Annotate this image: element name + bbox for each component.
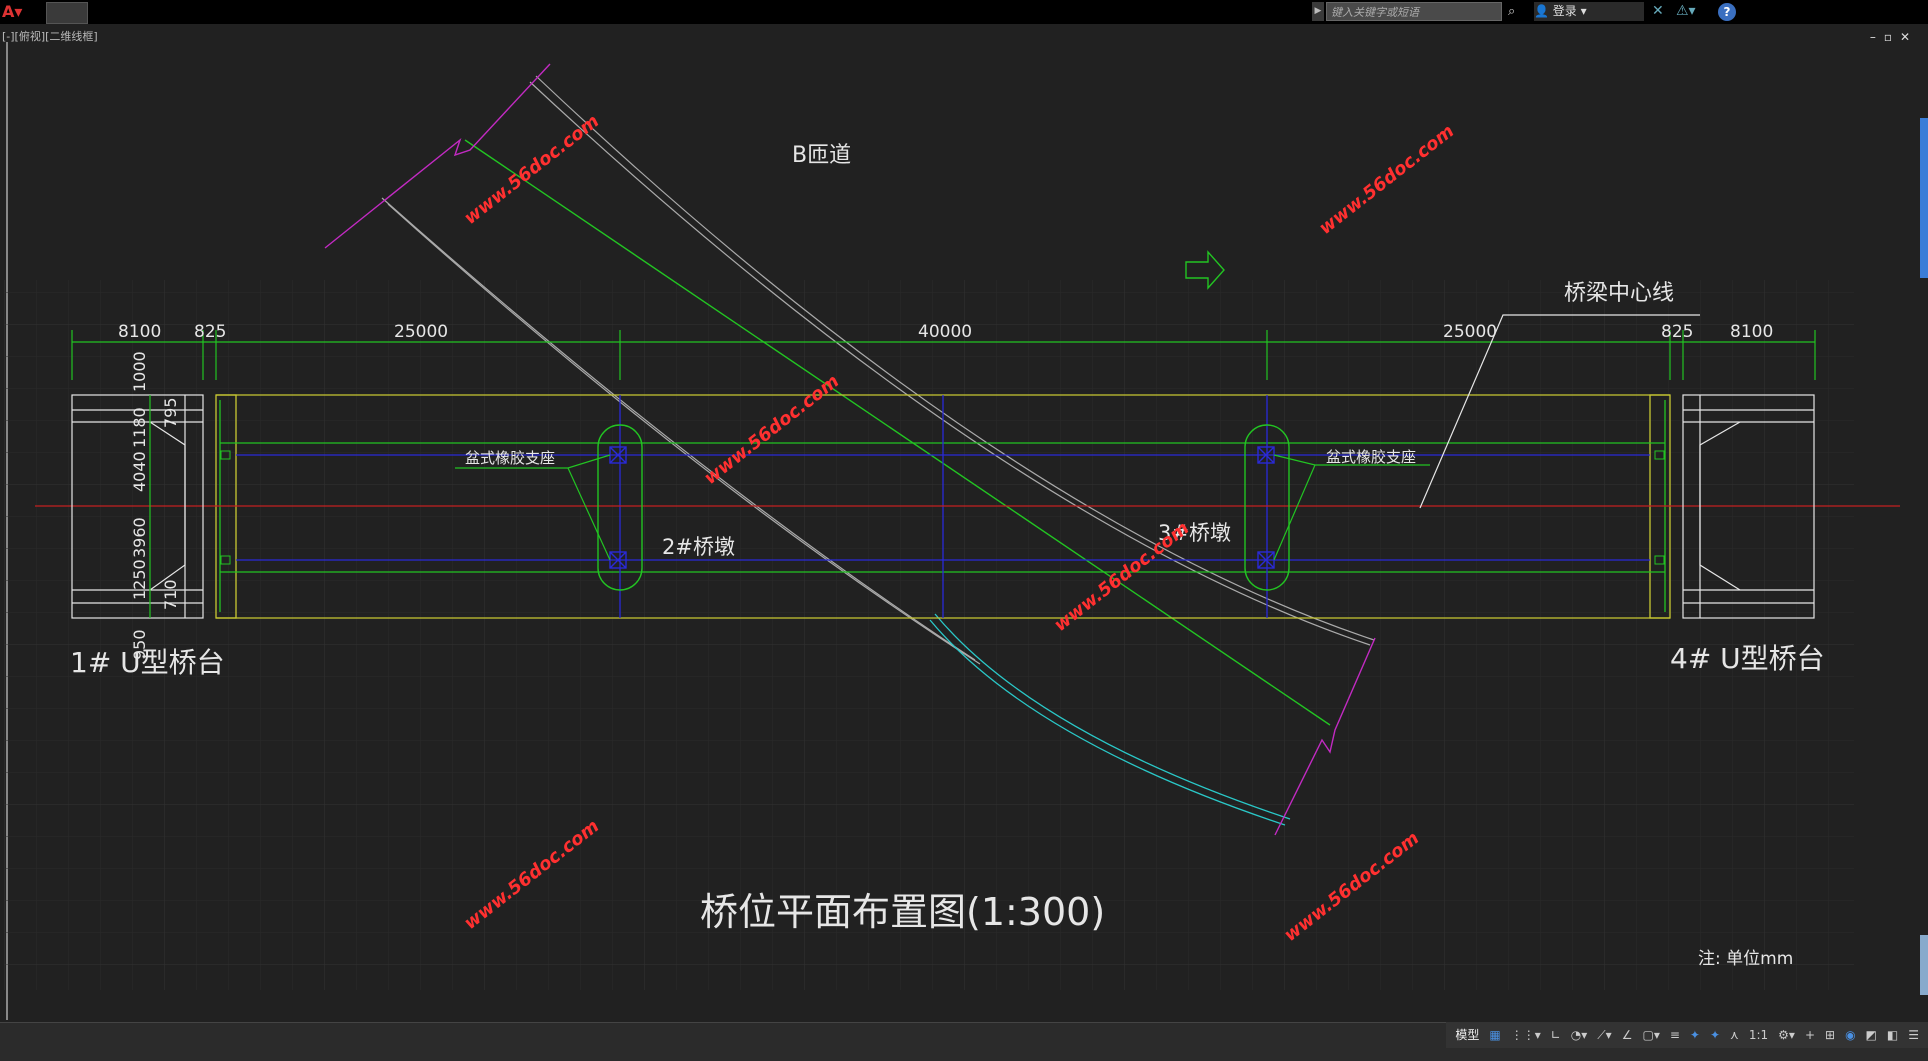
grid-major — [4, 280, 1854, 990]
dim-left-0: 1000 — [130, 351, 149, 392]
help-icon[interactable]: ? — [1718, 3, 1736, 21]
units-icon[interactable]: ⊞ — [1825, 1025, 1835, 1045]
watermark-1: www.56doc.com — [460, 111, 603, 229]
search-expand-icon[interactable]: ▶ — [1312, 2, 1324, 21]
dim-top-6: 8100 — [1730, 322, 1773, 342]
watermark-2: www.56doc.com — [1315, 121, 1458, 239]
plus-icon[interactable]: + — [1805, 1025, 1815, 1045]
annotation-visibility-icon[interactable]: ✦ — [1690, 1025, 1700, 1045]
snap-icon[interactable]: ⋮⋮▾ — [1511, 1025, 1541, 1045]
dim-top-0: 8100 — [118, 322, 161, 342]
isodraft-icon[interactable]: ∠ — [1622, 1025, 1633, 1045]
quick-access-toolbar[interactable] — [46, 2, 88, 24]
navigation-bar[interactable] — [1920, 935, 1928, 995]
dim-top-3: 40000 — [918, 322, 972, 342]
bearing-label-left: 盆式橡胶支座 — [465, 449, 555, 467]
login-button[interactable]: 👤 登录 ▾ — [1534, 2, 1644, 21]
dim-left2-1: 710 — [161, 579, 180, 610]
gear-icon[interactable]: ⚙▾ — [1778, 1025, 1795, 1045]
drawing-canvas[interactable]: 8100 825 25000 40000 25000 825 8100 1000… — [0, 24, 1928, 1024]
dim-left-2: 4040 — [130, 451, 149, 492]
bearing-label-right: 盆式橡胶支座 — [1326, 448, 1416, 466]
abutment-1-label: 1# U型桥台 — [70, 646, 225, 679]
units-note: 注: 单位mm — [1698, 949, 1793, 969]
exchange-icon[interactable]: ✕ — [1652, 2, 1670, 21]
dim-left-3: 3960 — [130, 517, 149, 558]
app-menu-button[interactable]: A▾ — [2, 2, 36, 22]
dim-left-1: 1180 — [130, 407, 149, 448]
dim-top-5: 825 — [1661, 322, 1693, 342]
hardware-accel-icon[interactable]: ◩ — [1866, 1025, 1877, 1045]
status-toolbar: 模型 ▦ ⋮⋮▾ ∟ ◔▾ ⟋▾ ∠ ▢▾ ≡ ✦ ✦ ⋏ 1:1 ⚙▾ + ⊞… — [1446, 1022, 1928, 1048]
clean-screen-icon[interactable]: ◧ — [1887, 1025, 1898, 1045]
binoculars-icon[interactable]: ⌕ — [1508, 2, 1528, 21]
dim-left-4: 1250 — [130, 559, 149, 600]
customize-icon[interactable]: ☰ — [1908, 1025, 1919, 1045]
lineweight-icon[interactable]: ≡ — [1670, 1025, 1680, 1045]
annotation-scale-icon[interactable]: ⋏ — [1730, 1025, 1739, 1045]
a360-icon[interactable]: ⚠▾ — [1676, 2, 1698, 21]
abutment-4-label: 4# U型桥台 — [1670, 642, 1825, 675]
polar-icon[interactable]: ◔▾ — [1571, 1025, 1588, 1045]
object-snap-icon[interactable]: ▢▾ — [1642, 1025, 1659, 1045]
drawing-title: 桥位平面布置图(1:300) — [700, 890, 1105, 934]
pier-2-label: 2#桥墩 — [662, 535, 735, 559]
dim-top-1: 825 — [194, 322, 226, 342]
scrollbar-thumb[interactable] — [1920, 118, 1928, 278]
centerline-label: 桥梁中心线 — [1564, 281, 1674, 306]
scale-select[interactable]: 1:1 — [1749, 1025, 1768, 1045]
isolate-icon[interactable]: ◉ — [1845, 1025, 1855, 1045]
dim-top-2: 25000 — [394, 322, 448, 342]
ortho-icon[interactable]: ∟ — [1551, 1025, 1561, 1045]
title-bar: A▾ ▶ 键入关键字或短语 ⌕ 👤 登录 ▾ ✕ ⚠▾ ? — [0, 0, 1928, 24]
dim-top-4: 25000 — [1443, 322, 1497, 342]
search-input[interactable]: 键入关键字或短语 — [1326, 2, 1502, 21]
grid-icon[interactable]: ▦ — [1489, 1025, 1500, 1045]
osnap-icon[interactable]: ⟋▾ — [1597, 1025, 1611, 1045]
login-label: 登录 — [1552, 4, 1577, 18]
model-tab[interactable]: 模型 — [1455, 1025, 1479, 1045]
auto-scale-icon[interactable]: ✦ — [1710, 1025, 1720, 1045]
dim-left2-0: 795 — [161, 397, 180, 428]
road-label: B匝道 — [792, 143, 851, 168]
